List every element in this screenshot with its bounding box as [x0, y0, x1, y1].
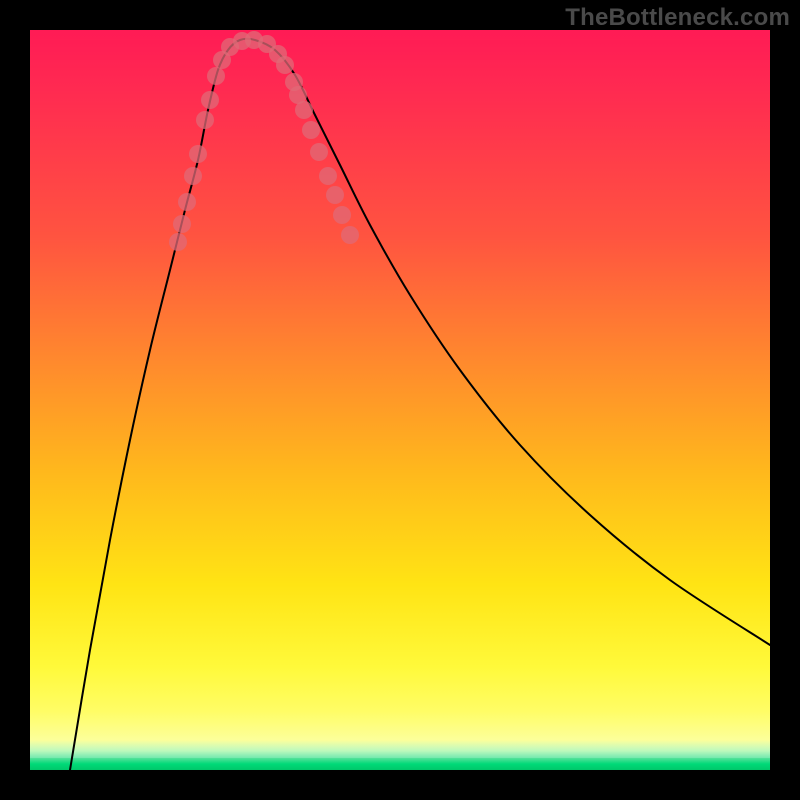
sample-point [341, 226, 359, 244]
sample-point [189, 145, 207, 163]
sample-point [178, 193, 196, 211]
sample-point [196, 111, 214, 129]
chart-container: TheBottleneck.com [0, 0, 800, 800]
sample-point [302, 121, 320, 139]
curve-svg [30, 30, 770, 770]
sample-point [207, 67, 225, 85]
sample-point [295, 101, 313, 119]
sample-point [276, 56, 294, 74]
sample-point [201, 91, 219, 109]
sample-points-group [169, 31, 359, 251]
plot-area [30, 30, 770, 770]
bottleneck-curve [70, 39, 770, 770]
sample-point [333, 206, 351, 224]
sample-point [319, 167, 337, 185]
sample-point [326, 186, 344, 204]
watermark-text: TheBottleneck.com [565, 4, 790, 32]
sample-point [310, 143, 328, 161]
sample-point [184, 167, 202, 185]
sample-point [173, 215, 191, 233]
sample-point [169, 233, 187, 251]
